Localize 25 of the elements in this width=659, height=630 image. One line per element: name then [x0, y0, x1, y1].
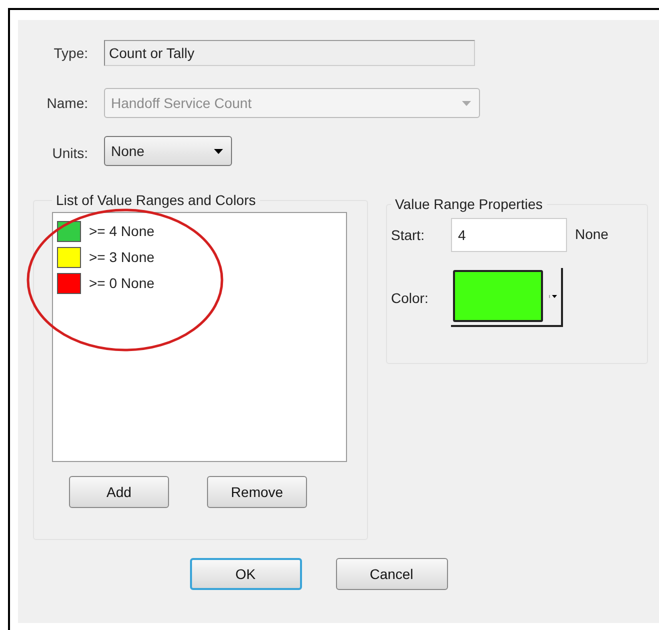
- field-label: Type:: [54, 45, 88, 61]
- dialog-button[interactable]: Cancel: [336, 558, 448, 590]
- list-box[interactable]: >= 4 None >= 3 None >= 0 None: [52, 212, 347, 462]
- list-item[interactable]: >= 4 None: [89, 223, 154, 239]
- combo-value: Handoff Service Count: [111, 95, 252, 111]
- list-item[interactable]: >= 0 None: [89, 275, 154, 291]
- list-item[interactable]: >= 3 None: [89, 249, 154, 265]
- field-label: Units:: [52, 145, 88, 161]
- dialog-button[interactable]: OK: [190, 558, 302, 590]
- list-button[interactable]: Remove: [207, 476, 307, 508]
- type-field[interactable]: Count or Tally: [104, 40, 475, 66]
- color-picker[interactable]: [451, 268, 563, 327]
- dropdown-value: None: [111, 143, 144, 159]
- unit-label: None: [575, 226, 608, 242]
- dropdown-arrow-icon: [214, 148, 223, 154]
- color-label: Color:: [391, 290, 430, 306]
- dropdown-arrow-icon: [462, 100, 471, 106]
- dropdown-arrow-icon: [549, 294, 557, 298]
- units-dropdown[interactable]: None: [104, 136, 232, 166]
- start-label: Start:: [391, 227, 426, 243]
- field-label: Name:: [46, 95, 88, 111]
- group-title: Value Range Properties: [394, 196, 544, 212]
- group-title: List of Value Ranges and Colors: [55, 192, 257, 208]
- list-button[interactable]: Add: [69, 476, 169, 508]
- start-field[interactable]: 4: [451, 218, 567, 252]
